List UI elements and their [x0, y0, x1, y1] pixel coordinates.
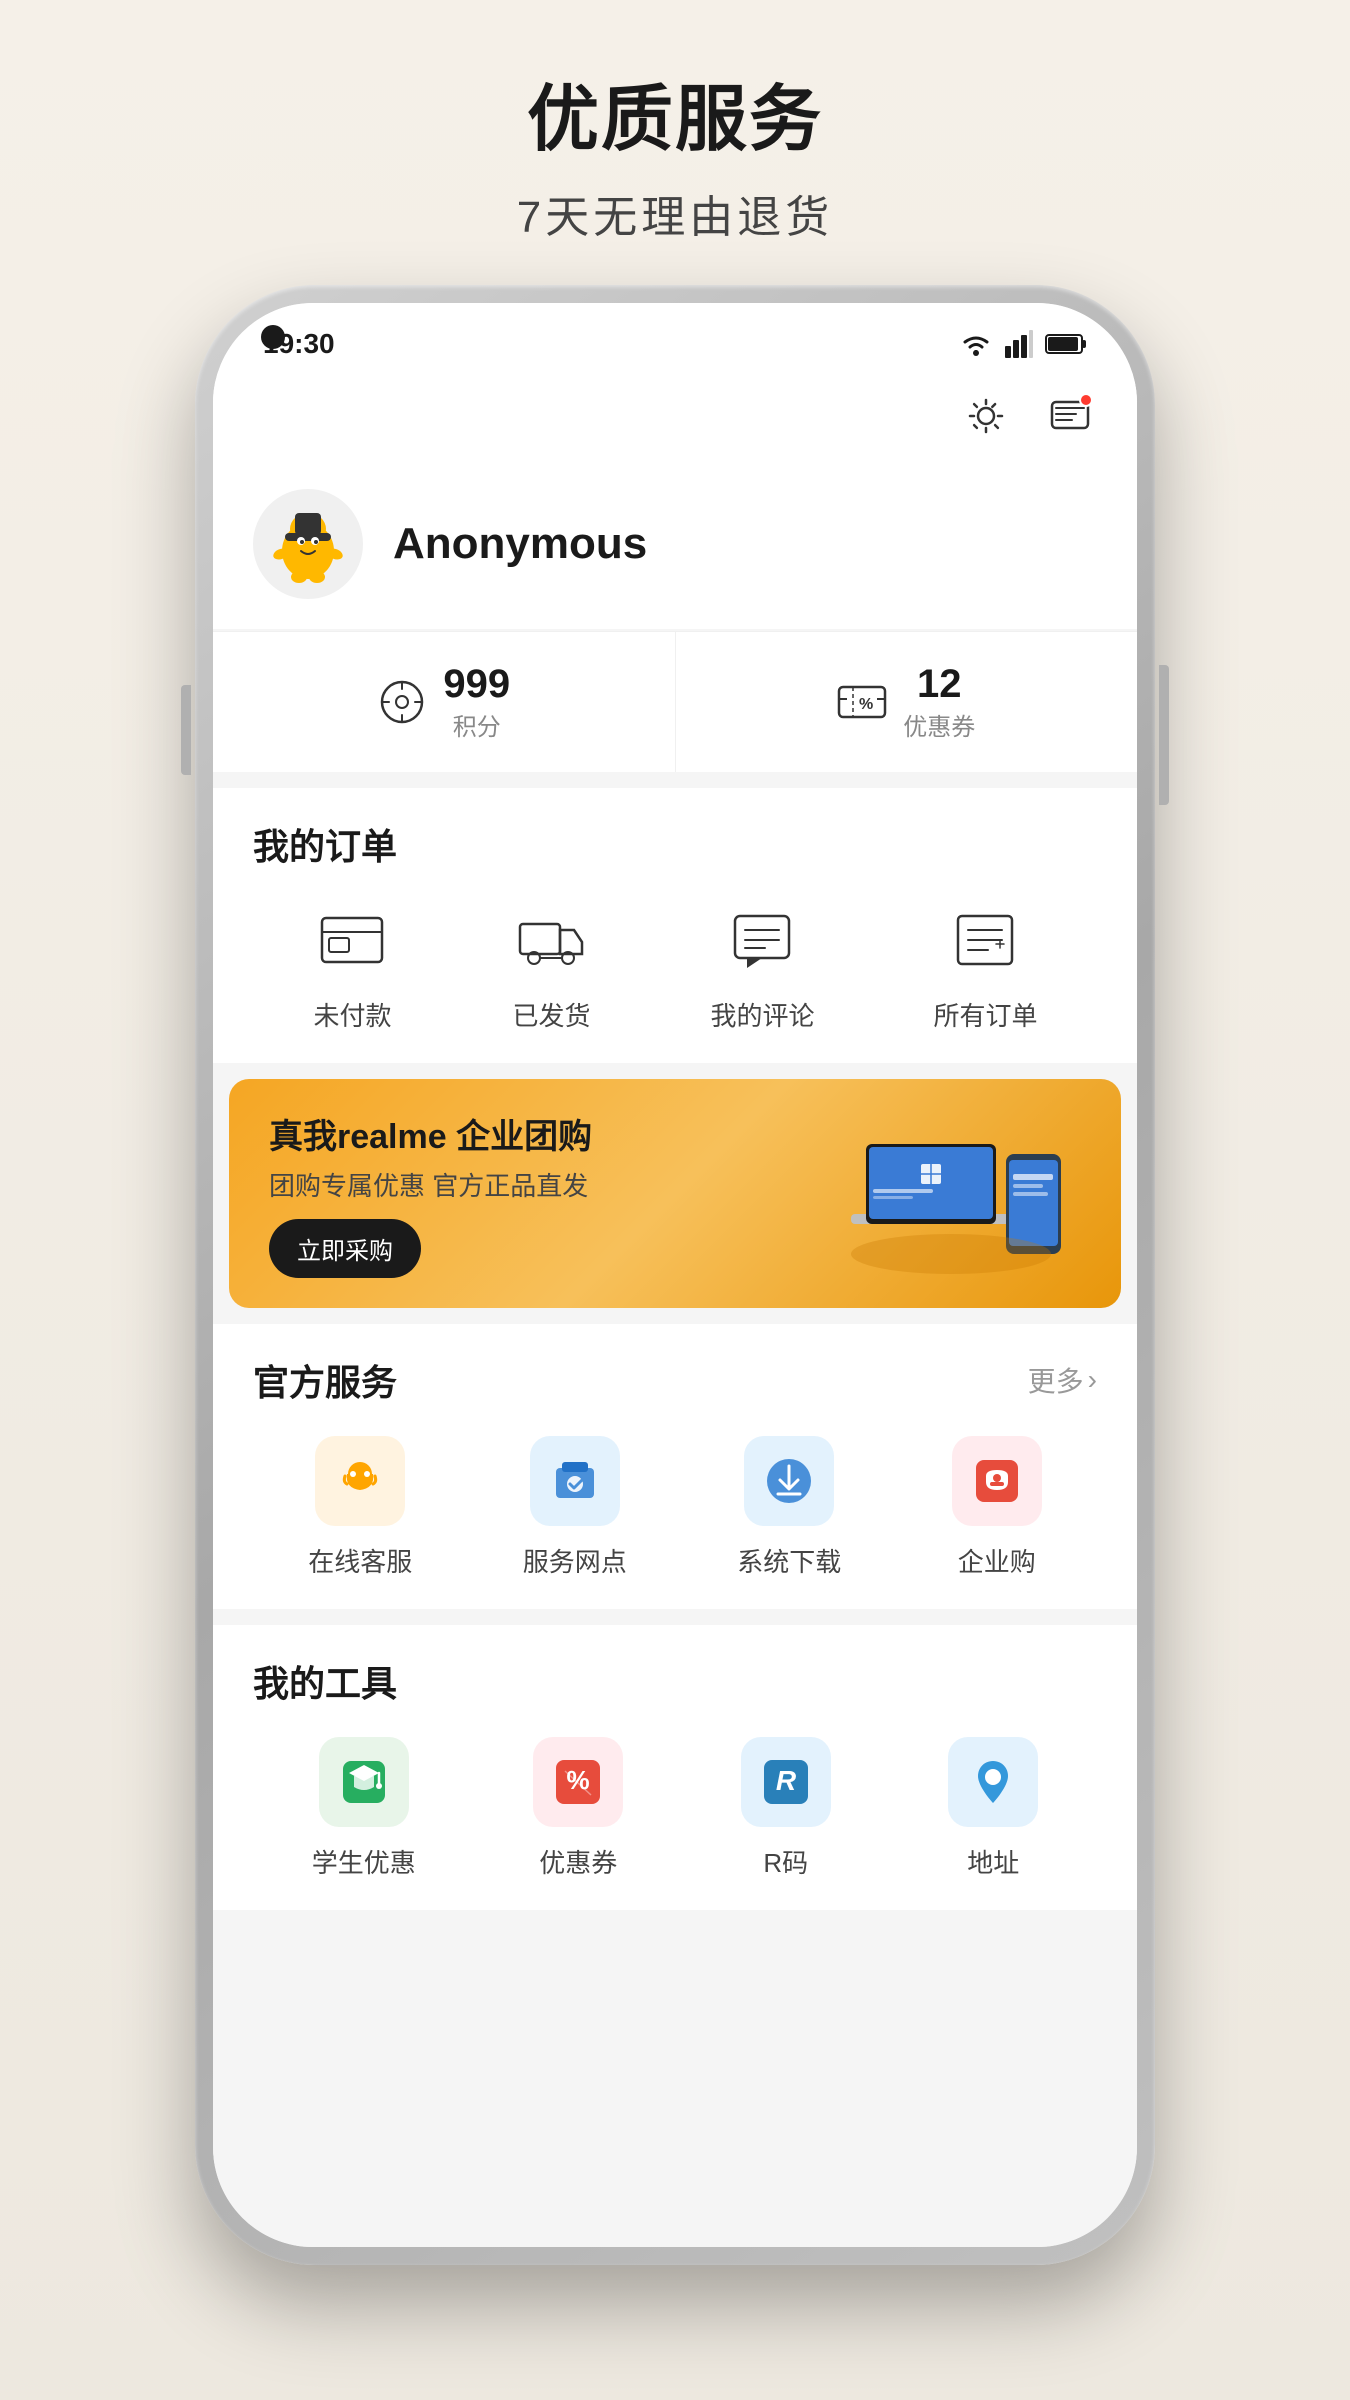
- svg-text:R: R: [776, 1765, 797, 1796]
- banner-image: [821, 1114, 1081, 1274]
- tool-student[interactable]: 学生优惠: [312, 1737, 416, 1880]
- address-label: 地址: [967, 1843, 1019, 1880]
- service-icons: 在线客服 服务网点: [253, 1436, 1097, 1579]
- system-download-icon: [744, 1436, 834, 1526]
- top-bar: [213, 373, 1137, 459]
- review-icon: [722, 900, 802, 980]
- my-tools-section: 我的工具: [213, 1625, 1137, 1910]
- service-customer[interactable]: 在线客服: [308, 1436, 412, 1579]
- order-icons: 未付款 已发货: [253, 900, 1097, 1033]
- r-code-icon: R: [741, 1737, 831, 1827]
- service-download-label: 系统下载: [737, 1542, 841, 1579]
- banner-text: 真我realme 企业团购 团购专属优惠 官方正品直发 立即采购: [269, 1109, 821, 1278]
- tool-coupon[interactable]: % 优惠券: [533, 1737, 623, 1880]
- page-title: 优质服务: [517, 60, 833, 165]
- orders-title: 我的订单: [253, 818, 397, 870]
- review-label: 我的评论: [710, 996, 814, 1033]
- points-number: 999: [443, 662, 510, 707]
- message-button[interactable]: [1043, 389, 1097, 443]
- status-bar: 19:30: [213, 303, 1137, 373]
- user-avatar[interactable]: [253, 489, 363, 599]
- tool-address[interactable]: 地址: [948, 1737, 1038, 1880]
- service-enterprise[interactable]: 企业购: [952, 1436, 1042, 1579]
- wifi-icon: [959, 330, 993, 358]
- page-header: 优质服务 7天无理由退货: [517, 0, 833, 285]
- official-service-section: 官方服务 更多 ›: [213, 1324, 1137, 1609]
- tools-header: 我的工具: [253, 1655, 1097, 1707]
- app-content: Anonymous: [213, 373, 1137, 2247]
- banner-subtitle: 团购专属优惠 官方正品直发: [269, 1166, 821, 1203]
- settings-button[interactable]: [959, 389, 1013, 443]
- user-name: Anonymous: [393, 519, 647, 569]
- all-orders-label: 所有订单: [933, 996, 1037, 1033]
- r-code-label: R码: [763, 1843, 808, 1880]
- service-header: 官方服务 更多 ›: [253, 1354, 1097, 1406]
- coupon-number: 12: [917, 662, 962, 707]
- shipped-icon: [511, 900, 591, 980]
- coupon-stat[interactable]: % 12 优惠券: [676, 632, 1138, 772]
- coupon-tool-icon: %: [533, 1737, 623, 1827]
- customer-service-icon: [315, 1436, 405, 1526]
- stats-row: 999 积分 % 12: [213, 631, 1137, 772]
- phone-shell: 19:30: [195, 285, 1155, 2265]
- svg-text:%: %: [859, 696, 873, 713]
- status-icons: [959, 330, 1087, 358]
- all-orders-icon: [945, 900, 1025, 980]
- order-unpaid[interactable]: 未付款: [312, 900, 392, 1033]
- service-title: 官方服务: [253, 1354, 397, 1406]
- signal-icon: [1005, 330, 1033, 358]
- points-label: 积分: [453, 707, 501, 742]
- orders-section: 我的订单 未付款: [213, 788, 1137, 1063]
- battery-icon: [1045, 332, 1087, 356]
- service-download[interactable]: 系统下载: [737, 1436, 841, 1579]
- address-icon: [948, 1737, 1038, 1827]
- coupon-icon: %: [837, 677, 887, 727]
- shipped-label: 已发货: [512, 996, 590, 1033]
- tools-icons: 学生优惠 % 优惠券: [253, 1737, 1097, 1880]
- order-all[interactable]: 所有订单: [933, 900, 1037, 1033]
- unpaid-icon: [312, 900, 392, 980]
- student-discount-icon: [319, 1737, 409, 1827]
- banner-button[interactable]: 立即采购: [269, 1219, 421, 1278]
- student-discount-label: 学生优惠: [312, 1843, 416, 1880]
- points-stat[interactable]: 999 积分: [213, 632, 676, 772]
- service-point-label: 服务网点: [523, 1542, 627, 1579]
- coupon-label: 优惠券: [903, 707, 975, 742]
- banner-title: 真我realme 企业团购: [269, 1109, 821, 1158]
- tool-rcode[interactable]: R R码: [741, 1737, 831, 1880]
- enterprise-buy-icon: [952, 1436, 1042, 1526]
- user-section: Anonymous: [213, 459, 1137, 629]
- order-review[interactable]: 我的评论: [710, 900, 814, 1033]
- notification-dot: [1079, 393, 1093, 407]
- coupon-tool-label: 优惠券: [539, 1843, 617, 1880]
- enterprise-buy-label: 企业购: [958, 1542, 1036, 1579]
- phone-screen: 19:30: [213, 303, 1137, 2247]
- service-point-icon: [530, 1436, 620, 1526]
- camera-notch: [261, 325, 285, 349]
- page-subtitle: 7天无理由退货: [517, 181, 833, 245]
- order-shipped[interactable]: 已发货: [511, 900, 591, 1033]
- service-more[interactable]: 更多 ›: [1028, 1360, 1097, 1400]
- service-point[interactable]: 服务网点: [523, 1436, 627, 1579]
- tools-title: 我的工具: [253, 1655, 397, 1707]
- banner[interactable]: 真我realme 企业团购 团购专属优惠 官方正品直发 立即采购: [229, 1079, 1121, 1308]
- unpaid-label: 未付款: [313, 996, 391, 1033]
- points-icon: [377, 677, 427, 727]
- orders-header: 我的订单: [253, 818, 1097, 870]
- service-customer-label: 在线客服: [308, 1542, 412, 1579]
